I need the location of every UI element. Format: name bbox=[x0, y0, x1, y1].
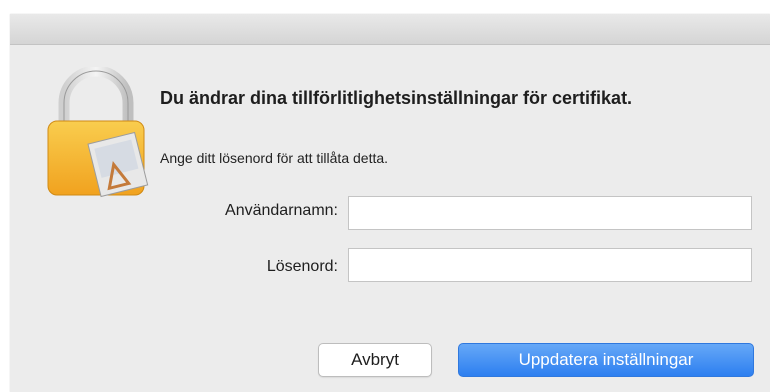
update-settings-button[interactable]: Uppdatera inställningar bbox=[458, 343, 754, 377]
dialog-titlebar bbox=[10, 14, 770, 45]
username-field[interactable] bbox=[348, 196, 752, 230]
password-label: Lösenord: bbox=[266, 258, 338, 275]
password-field[interactable] bbox=[348, 248, 752, 282]
dialog-subtext: Ange ditt lösenord för att tillåta detta… bbox=[160, 150, 389, 166]
cancel-button[interactable]: Avbryt bbox=[318, 343, 432, 377]
dialog-heading: Du ändrar dina tillförlitlighetsinställn… bbox=[160, 88, 633, 108]
lock-with-certificate-icon bbox=[47, 67, 149, 198]
username-label: Användarnamn: bbox=[225, 202, 338, 219]
